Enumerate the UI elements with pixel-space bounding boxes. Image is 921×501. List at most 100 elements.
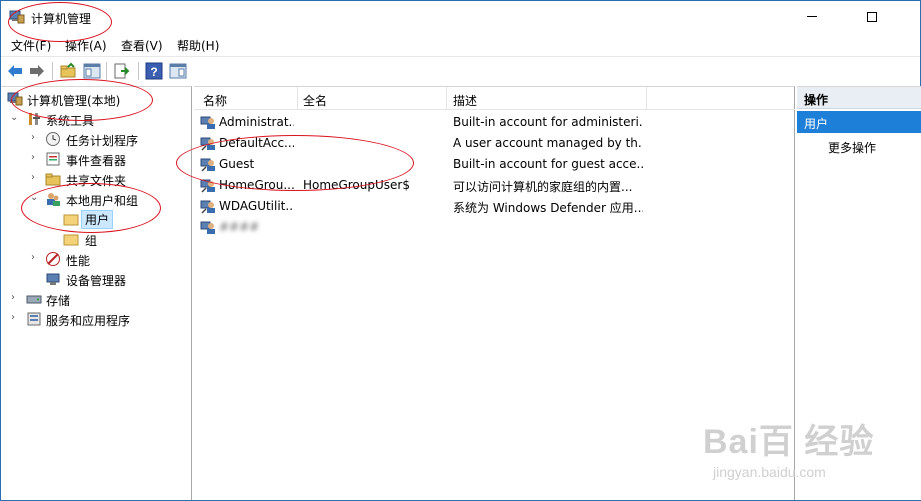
window-title: 计算机管理 [31,12,92,26]
menu-action[interactable]: 操作(A) [65,37,107,54]
user-account-icon [200,200,215,214]
up-folder-icon[interactable] [59,62,77,80]
user-account-icon [200,179,215,193]
list-item[interactable]: DefaultAcc... A user account managed by … [194,133,794,154]
toolbar-separator [106,62,107,80]
toolbar-separator [138,62,139,80]
tree-label: 组 [85,234,98,248]
list-item[interactable]: #### [194,217,794,238]
tree-item-device-manager[interactable]: 设备管理器 [1,269,191,289]
event-viewer-icon [46,152,60,166]
tree-item-users[interactable]: 用户 [1,209,191,229]
folder-icon [63,234,79,246]
action-pane-header: 操作 [797,87,921,109]
tree-label: 设备管理器 [66,274,127,288]
user-fullname: HomeGroupUser$ [303,178,410,192]
user-account-icon [200,137,215,151]
chevron-right-icon[interactable]: › [31,152,35,163]
user-account-icon [200,158,215,172]
tree-item-system-tools[interactable]: ⌄ 系统工具 [1,109,191,129]
users-group-icon [47,193,60,206]
column-header-name[interactable]: 名称 [203,92,227,109]
list-item[interactable]: Administrat... Built-in account for admi… [194,112,794,133]
help-icon[interactable]: ? [145,62,163,80]
device-manager-icon [46,273,60,285]
tree-label: 本地用户和组 [66,194,139,208]
tree-item-shared-folders[interactable]: › 共享文件夹 [1,169,191,189]
show-hide-action-pane-icon[interactable] [169,62,187,80]
list-item[interactable]: WDAGUtilit... 系统为 Windows Defender 应用... [194,196,794,217]
user-name: DefaultAcc... [219,136,294,150]
computer-management-icon [9,10,25,24]
forward-icon[interactable] [28,62,46,80]
tree-label: 任务计划程序 [66,134,139,148]
user-description: Built-in account for guest acce... [453,157,643,171]
column-divider[interactable] [446,87,447,110]
tree-item-local-users-groups[interactable]: ⌄ 本地用户和组 [1,189,191,209]
toolbar-separator [52,62,53,80]
menu-bar: 文件(F) 操作(A) 查看(V) 帮助(H) [1,34,920,56]
console-tree: 计算机管理(本地) ⌄ 系统工具 › 任务计划程序 › 事件查看器 › 共享文件… [1,86,192,500]
chevron-right-icon[interactable]: › [31,172,35,183]
user-description: 可以访问计算机的家庭组的内置... [453,180,633,194]
svg-text:?: ? [150,65,157,79]
action-pane: 操作 用户 更多操作 [797,86,921,500]
toolbar: ? [1,56,920,85]
list-header: 名称 全名 描述 [194,87,795,110]
chevron-right-icon[interactable]: › [31,252,35,263]
clock-icon [46,132,60,146]
column-header-fullname[interactable]: 全名 [303,92,327,109]
tree-label: 服务和应用程序 [46,314,131,328]
folder-icon [63,214,79,226]
tree-label: 性能 [66,254,91,268]
column-divider[interactable] [646,87,647,110]
menu-help[interactable]: 帮助(H) [177,37,219,54]
user-account-icon [200,221,215,234]
back-icon[interactable] [6,62,24,80]
chevron-right-icon[interactable]: › [31,132,35,143]
chevron-right-icon[interactable]: › [11,292,15,303]
action-section-users[interactable]: 用户 [797,111,921,133]
user-description: 系统为 Windows Defender 应用... [453,201,643,215]
export-list-icon[interactable] [113,62,131,80]
user-account-icon [200,116,215,129]
tree-label: 用户 [81,210,114,229]
user-description: Built-in account for administeri... [453,115,643,129]
user-name: Guest [219,157,255,171]
user-name: HomeGrou... [219,178,294,192]
minimize-button[interactable] [806,9,820,23]
user-list: 名称 全名 描述 Administrat... Built-in account… [194,86,795,500]
tree-item-groups[interactable]: 组 [1,229,191,249]
tree-item-event-viewer[interactable]: › 事件查看器 [1,149,191,169]
tree-label: 共享文件夹 [66,174,127,188]
menu-view[interactable]: 查看(V) [121,37,163,54]
chevron-right-icon[interactable]: › [11,312,15,323]
shared-folder-icon [45,173,61,186]
tree-item-task-scheduler[interactable]: › 任务计划程序 [1,129,191,149]
tree-item-storage[interactable]: › 存储 [1,289,191,309]
tree-label: 计算机管理(本地) [27,94,121,108]
chevron-down-icon[interactable]: ⌄ [10,112,18,123]
menu-file[interactable]: 文件(F) [11,37,51,54]
tree-item-performance[interactable]: › 性能 [1,249,191,269]
computer-management-window: 计算机管理 文件(F) 操作(A) 查看(V) 帮助(H) ? 计算机管理(本地… [0,0,921,501]
user-description: A user account managed by th... [453,136,643,150]
user-name-redacted: #### [219,220,260,234]
list-item[interactable]: HomeGrou... HomeGroupUser$ 可以访问计算机的家庭组的内… [194,175,794,196]
user-name: WDAGUtilit... [219,199,294,213]
tree-label: 存储 [46,294,71,308]
column-header-description[interactable]: 描述 [453,92,477,109]
chevron-down-icon[interactable]: ⌄ [30,192,38,203]
tree-item-services-applications[interactable]: › 服务和应用程序 [1,309,191,329]
tools-icon [29,113,40,125]
more-actions-link[interactable]: 更多操作 [828,139,876,156]
list-item[interactable]: Guest Built-in account for guest acce... [194,154,794,175]
performance-icon [46,252,60,266]
services-icon [27,312,41,326]
show-hide-tree-icon[interactable] [83,62,101,80]
tree-label: 系统工具 [46,114,95,128]
tree-label: 事件查看器 [66,154,127,168]
maximize-button[interactable] [867,12,877,22]
tree-item-computer-management[interactable]: 计算机管理(本地) [1,89,191,109]
column-divider[interactable] [297,87,298,110]
